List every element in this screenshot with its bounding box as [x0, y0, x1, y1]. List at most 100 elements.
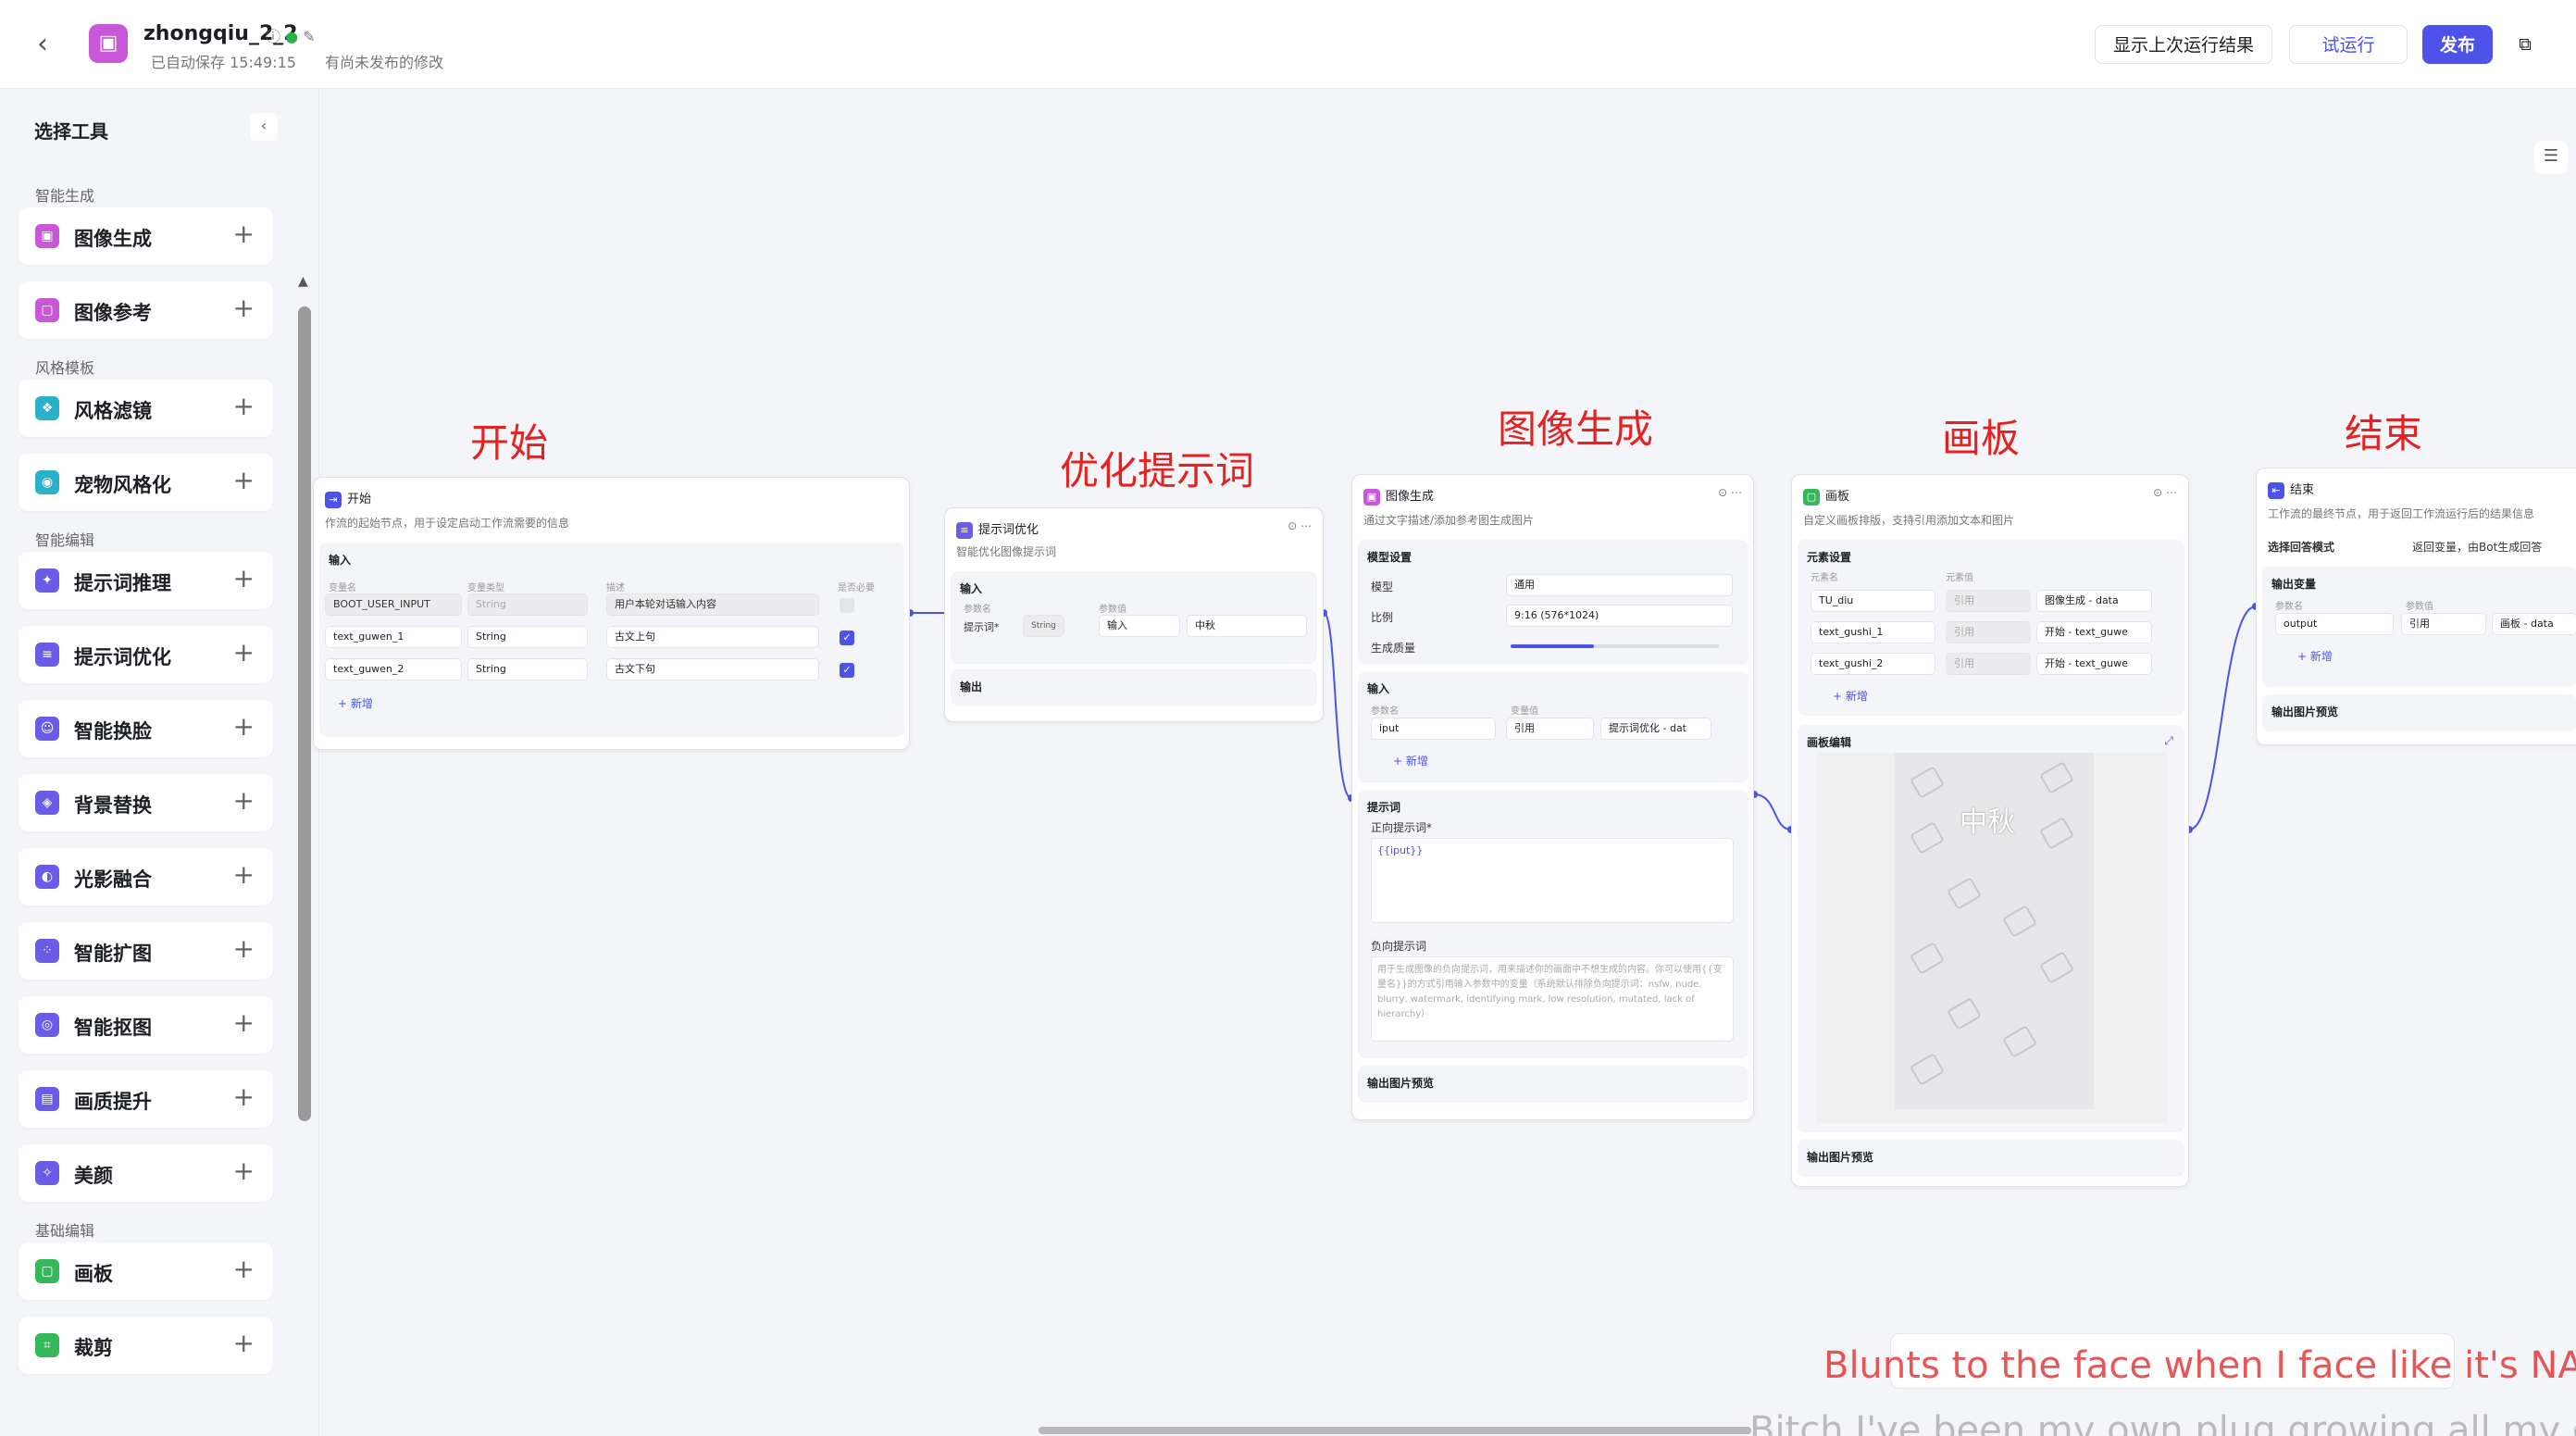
param-mode-select[interactable]: 输入	[1099, 615, 1180, 637]
board-node[interactable]: ▢ 画板 ⊙ ⋯ 自定义画板排版，支持引用添加文本和图片 元素设置 元素名 元素值…	[1791, 474, 2189, 1187]
element-name-field[interactable]: text_gushi_1	[1811, 621, 1935, 643]
var-desc-field[interactable]: 古文上句	[606, 626, 819, 648]
board-canvas[interactable]: 中秋	[1816, 753, 2168, 1123]
annotation-board: 画板	[1942, 416, 2021, 461]
element-ref-select[interactable]: 图像生成 - data	[2036, 590, 2152, 612]
start-input-section: 输入 变量名 变量类型 描述 是否必要 BOOT_USER_INPUT Stri…	[319, 543, 904, 737]
param-value-input[interactable]: 中秋	[1187, 615, 1307, 637]
image-placeholder-icon	[1910, 766, 1945, 799]
col-name: 参数名	[2275, 602, 2303, 612]
board-output-section: 输出图片预览	[1798, 1140, 2184, 1177]
more-options-icon[interactable]: ⊙ ⋯	[1288, 519, 1312, 532]
model-select[interactable]: 通用	[1506, 574, 1733, 596]
negative-prompt-label: 负向提示词	[1371, 940, 1427, 953]
output-variable-section: 输出变量 参数名 参数值 output 引用 画板 - data + 新增	[2262, 567, 2576, 687]
optimize-node-header: ≡ 提示词优化	[956, 519, 1039, 539]
board-edit-label[interactable]: 画板编辑	[1807, 734, 1851, 750]
image-placeholder-icon	[2002, 905, 2037, 938]
param-label: 提示词*	[964, 621, 1000, 633]
element-name-field[interactable]: text_gushi_2	[1811, 653, 1935, 675]
image-placeholder-icon	[2002, 1025, 2037, 1058]
var-type-select[interactable]: String	[467, 626, 588, 648]
more-options-icon[interactable]: ⊙ ⋯	[2153, 486, 2177, 499]
element-settings-label[interactable]: 元素设置	[1807, 549, 1851, 565]
col-value: 元素值	[1946, 573, 1973, 583]
var-name-field[interactable]: text_guwen_2	[325, 658, 462, 681]
output-ref-select[interactable]: 画板 - data	[2492, 613, 2576, 635]
imagegen-input-label[interactable]: 输入	[1367, 681, 1389, 696]
image-generation-node[interactable]: ▣ 图像生成 ⊙ ⋯ 通过文字描述/添加参考图生成图片 模型设置 模型 通用 比例…	[1351, 474, 1754, 1120]
image-placeholder-icon	[1910, 1053, 1945, 1086]
end-output-section: 输出图片预览	[2262, 694, 2576, 731]
element-mode-select[interactable]: 引用	[1946, 653, 2031, 675]
quality-slider[interactable]	[1511, 644, 1719, 648]
image-placeholder-icon	[1910, 942, 1945, 975]
element-mode-select[interactable]: 引用	[1946, 590, 2031, 612]
var-desc-field[interactable]: 古文下句	[606, 658, 819, 681]
positive-prompt-input[interactable]: {{iput}}	[1371, 838, 1734, 923]
more-options-icon[interactable]: ⊙ ⋯	[1718, 486, 1742, 499]
var-type-select[interactable]: String	[467, 658, 588, 681]
optimize-output-label[interactable]: 输出	[960, 679, 982, 694]
imagegen-node-desc: 通过文字描述/添加参考图生成图片	[1363, 514, 1535, 527]
output-preview-label[interactable]: 输出图片预览	[1367, 1075, 1434, 1091]
ratio-select[interactable]: 9:16 (576*1024)	[1506, 605, 1733, 627]
image-placeholder-icon	[1910, 821, 1945, 855]
input-mode-select[interactable]: 引用	[1506, 718, 1594, 740]
board-node-title: 画板	[1825, 490, 1850, 504]
input-ref-select[interactable]: 提示词优化 - dat	[1600, 718, 1711, 740]
var-desc-field[interactable]: 用户本轮对话输入内容	[606, 593, 819, 616]
output-name-field[interactable]: output	[2275, 613, 2394, 635]
image-placeholder-icon	[1947, 997, 1982, 1030]
col-name: 参数名	[964, 605, 991, 615]
end-node[interactable]: ⇤ 结束 工作流的最终节点，用于返回工作流运行后的结果信息 选择回答模式 返回变量…	[2256, 468, 2576, 745]
element-ref-select[interactable]: 开始 - text_guwe	[2036, 621, 2152, 643]
start-node-header: ⇥ 开始	[325, 489, 371, 508]
board-node-desc: 自定义画板排版，支持引用添加文本和图片	[1803, 514, 2015, 527]
add-output-button[interactable]: + 新增	[2297, 648, 2333, 664]
var-type-select[interactable]: String	[467, 593, 588, 616]
output-variable-label[interactable]: 输出变量	[2271, 576, 2316, 592]
element-name-field[interactable]: TU_diu	[1811, 590, 1935, 612]
col-value: 参数值	[2406, 602, 2433, 612]
positive-prompt-label: 正向提示词*	[1371, 821, 1433, 834]
board-edit-section: 画板编辑 ⤢ 中秋	[1798, 725, 2184, 1132]
image-placeholder-icon	[2039, 951, 2074, 984]
optimize-input-label[interactable]: 输入	[960, 581, 982, 596]
col-name: 参数名	[1371, 706, 1399, 717]
output-preview-label[interactable]: 输出图片预览	[2271, 704, 2338, 719]
var-name-field[interactable]: text_guwen_1	[325, 626, 462, 648]
required-checkbox[interactable]: ✓	[840, 631, 854, 645]
model-settings-section: 模型设置 模型 通用 比例 9:16 (576*1024) 生成质量	[1358, 540, 1748, 665]
add-variable-button[interactable]: + 新增	[338, 695, 373, 711]
col-name: 变量名	[329, 583, 356, 593]
image-placeholder-icon	[2039, 817, 2074, 850]
board-text-element[interactable]: 中秋	[1960, 799, 2015, 840]
lyric-caption-next: Bitch I've been my own plug growing all …	[1749, 1409, 2576, 1436]
image-placeholder-icon	[2039, 761, 2074, 794]
var-name-field[interactable]: BOOT_USER_INPUT	[325, 593, 462, 616]
element-mode-select[interactable]: 引用	[1946, 621, 2031, 643]
output-mode-select[interactable]: 引用	[2401, 613, 2486, 635]
add-input-button[interactable]: + 新增	[1393, 753, 1428, 768]
prompt-section: 提示词 正向提示词* {{iput}} 负向提示词 用于生成图像的负向提示词，用…	[1358, 790, 1748, 1058]
prompt-optimize-node[interactable]: ≡ 提示词优化 ⊙ ⋯ 智能优化图像提示词 输入 参数名 参数值 提示词* Str…	[944, 507, 1324, 722]
element-ref-select[interactable]: 开始 - text_guwe	[2036, 653, 2152, 675]
canvas-horizontal-scrollbar[interactable]	[1039, 1427, 1751, 1434]
model-settings-label[interactable]: 模型设置	[1367, 549, 1412, 565]
required-checkbox[interactable]: ✓	[840, 663, 854, 678]
optimize-icon: ≡	[956, 521, 973, 539]
expand-icon[interactable]: ⤢	[2164, 734, 2173, 748]
board-image-placeholder[interactable]: 中秋	[1895, 753, 2094, 1109]
output-preview-label[interactable]: 输出图片预览	[1807, 1149, 1873, 1165]
start-input-label[interactable]: 输入	[329, 552, 351, 568]
start-node[interactable]: ⇥ 开始 作流的起始节点，用于设定启动工作流需要的信息 输入 变量名 变量类型 描…	[313, 477, 910, 750]
input-name-field[interactable]: iput	[1371, 718, 1496, 740]
imagegen-input-section: 输入 参数名 变量值 iput 引用 提示词优化 - dat + 新增	[1358, 671, 1748, 782]
negative-prompt-input[interactable]: 用于生成图像的负向提示词，用来描述你的画面中不想生成的内容。你可以使用{{变量名…	[1371, 956, 1734, 1042]
add-element-button[interactable]: + 新增	[1833, 688, 1868, 704]
answer-mode-select[interactable]: 返回变量，由Bot生成回答	[2412, 539, 2542, 555]
prompt-section-label[interactable]: 提示词	[1367, 799, 1400, 815]
required-checkbox[interactable]	[840, 598, 854, 613]
imagegen-node-title: 图像生成	[1386, 490, 1435, 504]
